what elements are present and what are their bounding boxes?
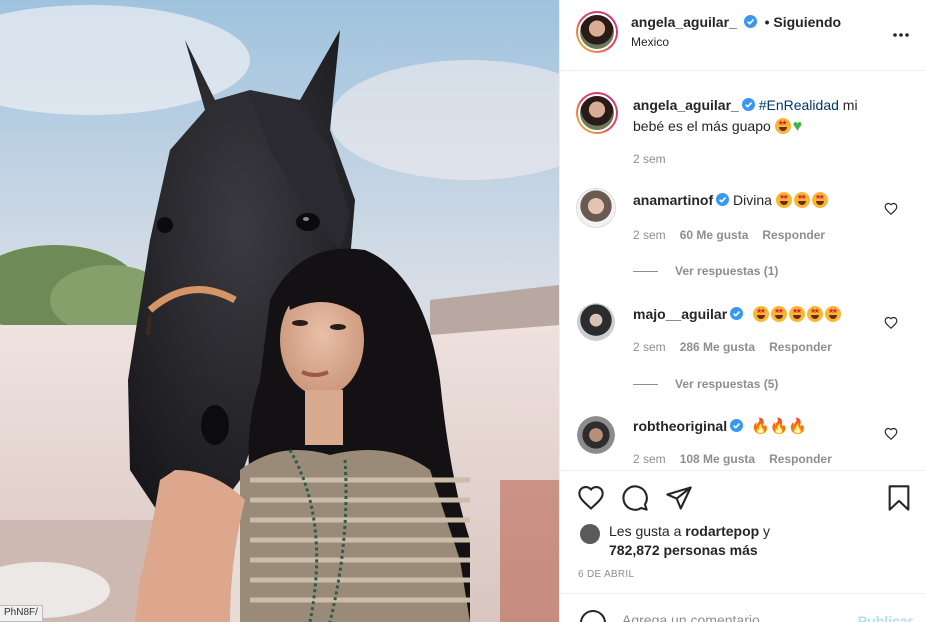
verified-badge-icon <box>741 98 755 111</box>
caption-username[interactable]: angela_aguilar_ <box>633 97 739 113</box>
liker-username[interactable]: rodartepop <box>685 523 759 539</box>
likes-prefix: Les gusta a <box>609 523 686 539</box>
comment-body: Divina <box>733 192 776 208</box>
caption-text: angela_aguilar_ #EnRealidad mi bebé es e… <box>633 95 883 137</box>
smile-icon[interactable] <box>580 610 606 622</box>
comment-meta: 2 sem 108 Me gusta Responder <box>633 452 832 466</box>
author-line: angela_aguilar_ • Siguiendo <box>631 14 841 30</box>
comment-like-heart-icon[interactable] <box>884 202 898 216</box>
follow-status[interactable]: • Siguiendo <box>765 14 841 30</box>
post-image <box>0 0 559 622</box>
star-eyes-emoji-icon <box>789 306 806 322</box>
verified-badge-icon <box>716 193 730 206</box>
comment-likes[interactable]: 108 Me gusta <box>680 452 755 466</box>
commenter-avatar[interactable] <box>577 416 615 454</box>
view-replies-label: Ver respuestas (1) <box>675 264 779 278</box>
caption-time[interactable]: 2 sem <box>633 152 666 166</box>
comment-item: robtheoriginal 🔥🔥🔥 2 sem 108 Me gusta Resp… <box>560 413 926 470</box>
comment-item: anamartinof Divina 2 sem 60 Me gusta Respo… <box>560 186 926 296</box>
view-replies-label: Ver respuestas (5) <box>675 377 779 391</box>
comments-list[interactable]: angela_aguilar_ #EnRealidad mi bebé es e… <box>560 72 926 470</box>
star-eyes-emoji-icon <box>811 192 828 208</box>
commenter-username[interactable]: robtheoriginal <box>633 418 727 434</box>
star-eyes-emoji-icon <box>793 192 810 208</box>
view-replies-button[interactable]: Ver respuestas (1) <box>633 264 778 278</box>
star-eyes-emoji-icon <box>825 306 842 322</box>
likes-text: Les gusta a rodartepop y 782,872 persona… <box>609 522 849 560</box>
author-avatar[interactable] <box>576 11 618 53</box>
more-options-icon[interactable] <box>892 26 910 44</box>
commenter-avatar[interactable] <box>577 303 615 341</box>
comment-likes[interactable]: 286 Me gusta <box>680 340 755 354</box>
bookmark-icon[interactable] <box>885 484 913 512</box>
post-date[interactable]: 6 DE ABRIL <box>578 569 634 580</box>
green-heart-icon: ♥ <box>792 118 803 135</box>
add-comment-bar: Publicar <box>560 593 926 622</box>
comment-meta: 2 sem 286 Me gusta Responder <box>633 340 832 354</box>
comment-time[interactable]: 2 sem <box>633 452 666 466</box>
liker-avatar[interactable] <box>580 524 600 544</box>
comment-time[interactable]: 2 sem <box>633 340 666 354</box>
reply-button[interactable]: Responder <box>769 452 832 466</box>
author-username[interactable]: angela_aguilar_ <box>631 14 737 30</box>
likes-suffix: y <box>759 523 771 539</box>
comment-text: anamartinof Divina <box>633 190 883 211</box>
caption-hashtag[interactable]: #EnRealidad <box>759 97 839 113</box>
comment-text: majo__aguilar <box>633 304 883 325</box>
publish-button[interactable]: Publicar <box>858 613 913 622</box>
post-location[interactable]: Mexico <box>631 35 669 49</box>
verified-badge-icon <box>730 307 744 320</box>
comment-time[interactable]: 2 sem <box>633 228 666 242</box>
fire-emoji-icon: 🔥🔥🔥 <box>751 418 808 435</box>
url-stub: PhN8F/ <box>0 605 43 622</box>
post-sidebar: angela_aguilar_ • Siguiendo Mexico angel… <box>559 0 926 622</box>
verified-badge-icon <box>743 15 757 28</box>
star-eyes-emoji-icon <box>771 306 788 322</box>
comment-icon[interactable] <box>621 484 649 512</box>
caption: angela_aguilar_ #EnRealidad mi bebé es e… <box>560 90 926 180</box>
verified-badge-icon <box>730 419 744 432</box>
star-eyes-emoji-icon <box>807 306 824 322</box>
comment-input[interactable] <box>622 612 842 622</box>
star-eyes-emoji-icon <box>753 306 770 322</box>
caption-avatar[interactable] <box>576 92 618 134</box>
commenter-username[interactable]: majo__aguilar <box>633 306 727 322</box>
view-replies-button[interactable]: Ver respuestas (5) <box>633 377 778 391</box>
likes-count[interactable]: 782,872 personas más <box>609 542 758 558</box>
star-eyes-emoji-icon <box>775 192 792 208</box>
heart-icon[interactable] <box>577 484 605 512</box>
comment-likes[interactable]: 60 Me gusta <box>680 228 749 242</box>
comment-text: robtheoriginal 🔥🔥🔥 <box>633 416 883 437</box>
star-eyes-emoji-icon <box>774 118 791 134</box>
comment-meta: 2 sem 60 Me gusta Responder <box>633 228 825 242</box>
comment-like-heart-icon[interactable] <box>884 316 898 330</box>
reply-button[interactable]: Responder <box>762 228 825 242</box>
commenter-username[interactable]: anamartinof <box>633 192 713 208</box>
reply-button[interactable]: Responder <box>769 340 832 354</box>
share-icon[interactable] <box>665 484 693 512</box>
comment-like-heart-icon[interactable] <box>884 427 898 441</box>
post-actions: Les gusta a rodartepop y 782,872 persona… <box>560 470 926 622</box>
comment-item: majo__aguilar 2 sem 286 Me gusta Responder… <box>560 300 926 410</box>
post-header: angela_aguilar_ • Siguiendo Mexico <box>560 0 926 71</box>
commenter-avatar[interactable] <box>576 188 616 228</box>
post-photo[interactable]: PhN8F/ <box>0 0 559 622</box>
